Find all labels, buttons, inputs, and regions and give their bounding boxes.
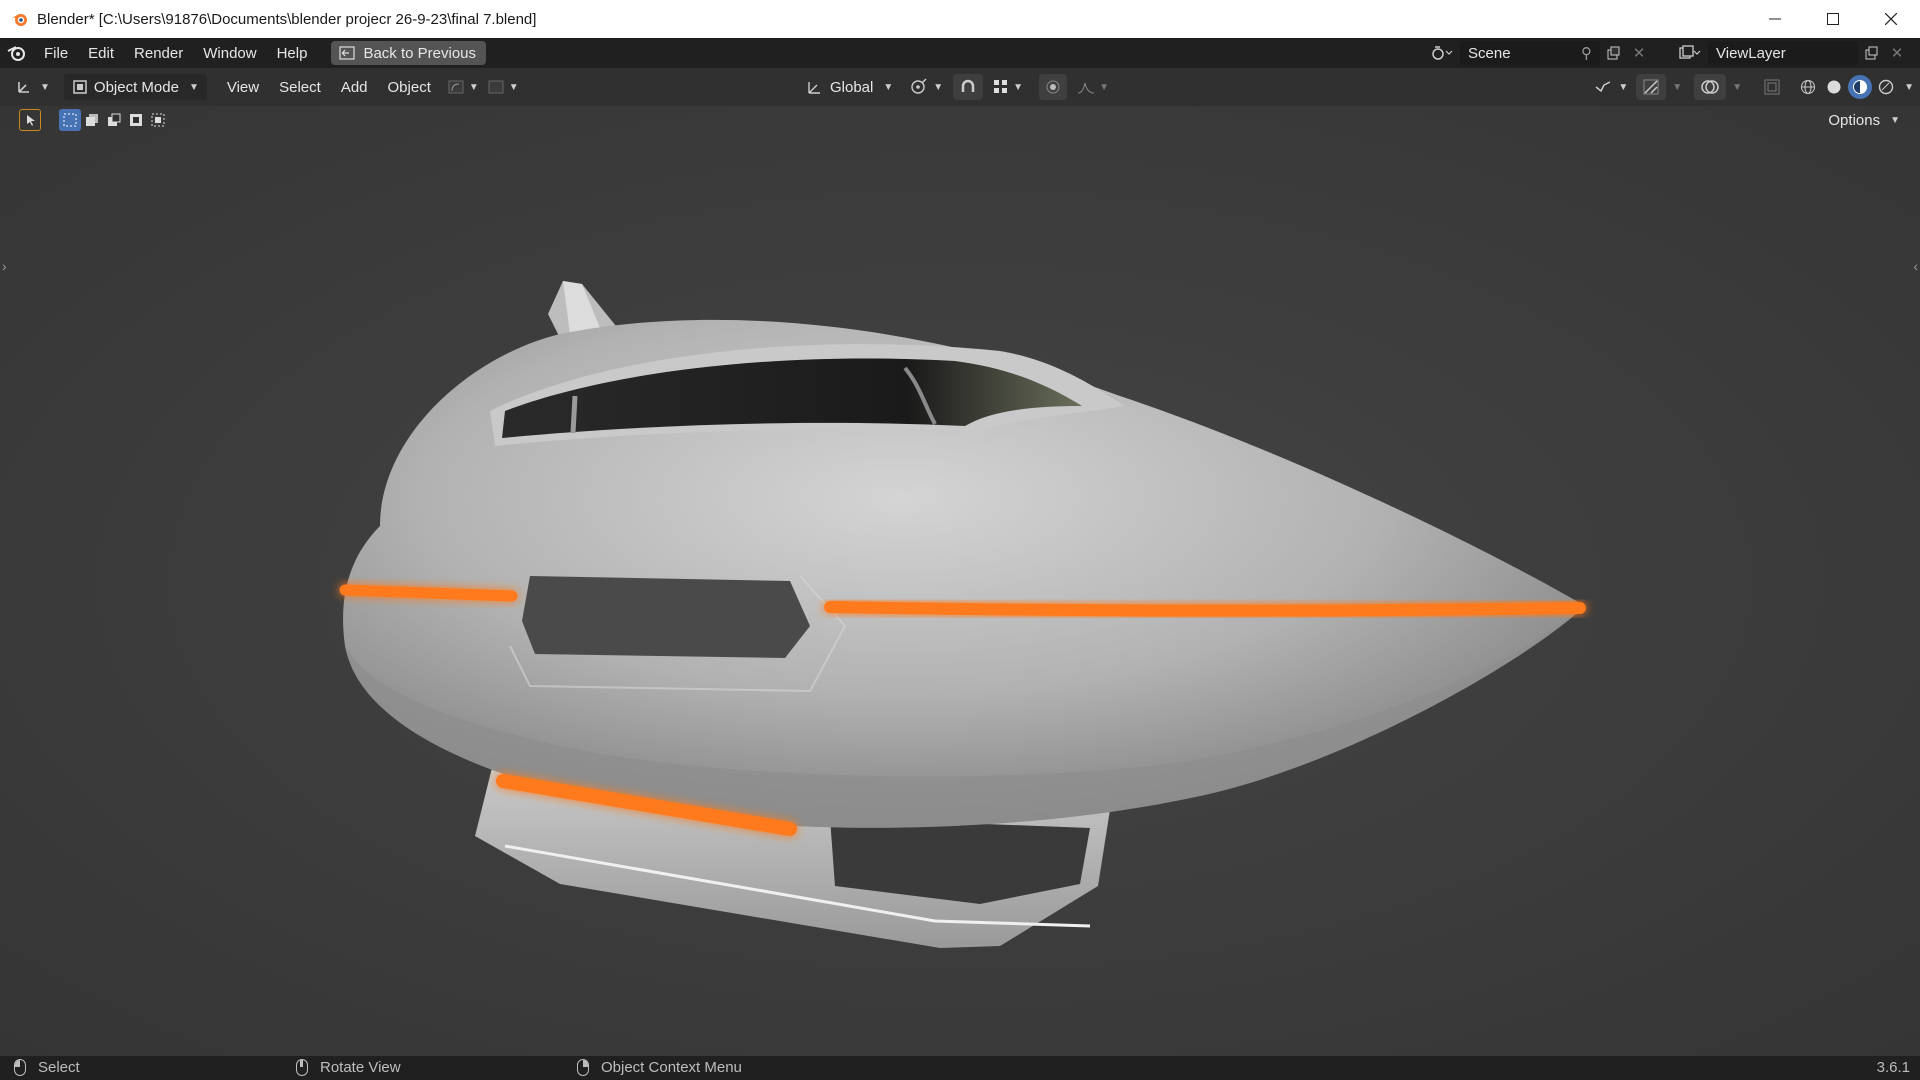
falloff-curve-icon	[1078, 82, 1095, 94]
status-context-label: Object Context Menu	[601, 1059, 742, 1076]
mode-extend-selection-icon[interactable]	[81, 109, 103, 131]
orientation-label: Global	[830, 78, 874, 96]
object-mode-label: Object Mode	[93, 78, 179, 96]
scene-name: Scene	[1468, 44, 1511, 62]
transform-orientation-dropdown[interactable]: Global ▼	[800, 74, 899, 100]
new-viewlayer-icon[interactable]	[1858, 41, 1884, 65]
proportional-icon	[1046, 80, 1060, 94]
menu-help[interactable]: Help	[267, 38, 318, 68]
status-context: Object Context Menu	[577, 1059, 742, 1076]
status-select-label: Select	[38, 1059, 80, 1076]
menu-select[interactable]: Select	[269, 74, 331, 100]
delete-viewlayer-icon[interactable]: ✕	[1884, 41, 1910, 65]
viewport-header: ▼ Object Mode ▼ View Select Add Object ▼…	[0, 68, 1920, 106]
select-tool-icon[interactable]	[19, 109, 41, 131]
delete-scene-icon[interactable]: ✕	[1626, 41, 1652, 65]
pin-icon[interactable]: ⚲	[1581, 44, 1592, 62]
blender-app-icon	[9, 8, 31, 30]
back-icon	[339, 46, 356, 60]
menu-view[interactable]: View	[217, 74, 269, 100]
blender-menu-icon[interactable]	[0, 38, 34, 68]
back-to-previous-button[interactable]: Back to Previous	[331, 41, 487, 65]
mode-intersect-selection-icon[interactable]	[147, 109, 169, 131]
rendered-shading-icon[interactable]	[1874, 75, 1898, 99]
magnet-icon	[961, 79, 975, 92]
gizmo-toggle-button[interactable]: ▼ ▼	[441, 74, 525, 100]
chevron-down-icon: ▼	[508, 81, 519, 93]
solid-shading-icon[interactable]	[1822, 75, 1846, 99]
mouse-middle-icon	[296, 1059, 308, 1076]
window-title: Blender* [C:\Users\91876\Documents\blend…	[37, 10, 537, 28]
xray-icon	[1764, 79, 1780, 95]
selectability-icon	[1595, 81, 1611, 93]
status-rotate: Rotate View	[296, 1059, 401, 1076]
maximize-icon[interactable]	[1804, 0, 1862, 38]
mouse-right-icon	[577, 1059, 589, 1076]
pivot-point-dropdown[interactable]: ▼	[903, 74, 949, 100]
pivot-icon	[911, 78, 927, 94]
options-dropdown[interactable]: Options ▼	[1818, 107, 1910, 133]
status-rotate-label: Rotate View	[320, 1059, 401, 1076]
3d-viewport[interactable]: › ‹	[0, 106, 1920, 1056]
overlays-icon	[1701, 80, 1719, 94]
snap-grid-icon	[994, 80, 1008, 93]
minimize-icon[interactable]	[1746, 0, 1804, 38]
scene-name-field[interactable]: Scene ⚲	[1460, 41, 1600, 65]
menu-add[interactable]: Add	[331, 74, 378, 100]
object-mode-icon	[73, 80, 87, 94]
menu-file[interactable]: File	[34, 38, 78, 68]
chevron-down-icon: ▼	[40, 81, 50, 93]
chevron-down-icon: ▼	[188, 81, 199, 93]
gizmo-icon	[1643, 79, 1659, 95]
chevron-down-icon: ▼	[1099, 81, 1109, 93]
snap-toggle[interactable]	[953, 74, 984, 100]
overlays-toggle[interactable]	[1694, 74, 1727, 100]
snap-target-dropdown[interactable]: ▼	[987, 74, 1029, 100]
window-title-bar: Blender* [C:\Users\91876\Documents\blend…	[0, 0, 1920, 38]
wireframe-shading-icon[interactable]	[1796, 75, 1820, 99]
menu-render[interactable]: Render	[124, 38, 193, 68]
mouse-left-icon	[14, 1059, 26, 1076]
editor-type-button[interactable]: ▼	[10, 74, 56, 100]
chevron-down-icon: ▼	[933, 81, 944, 93]
back-button-label: Back to Previous	[363, 44, 477, 62]
tool-settings-row	[0, 106, 1920, 134]
chevron-down-icon: ▼	[1013, 81, 1024, 93]
scene-browse-icon[interactable]	[1424, 41, 1460, 65]
chevron-down-icon: ▼	[1618, 81, 1629, 93]
chevron-down-icon[interactable]: ▼	[1904, 82, 1914, 93]
chevron-down-icon: ▼	[1890, 114, 1900, 126]
visibility-dropdown[interactable]: ▼	[1588, 74, 1634, 100]
chevron-down-icon: ▼	[883, 81, 894, 93]
falloff-dropdown[interactable]: ▼	[1071, 74, 1115, 100]
chevron-down-icon[interactable]: ▼	[1732, 82, 1742, 93]
status-select: Select	[14, 1059, 80, 1076]
xray-toggle[interactable]	[1758, 74, 1786, 100]
spaceship-model[interactable]	[0, 106, 1920, 1056]
menu-edit[interactable]: Edit	[78, 38, 124, 68]
chevron-down-icon: ▼	[468, 81, 479, 93]
mode-new-selection-icon[interactable]	[59, 109, 81, 131]
viewlayer-name-field[interactable]: ViewLayer	[1708, 41, 1858, 65]
object-mode-dropdown[interactable]: Object Mode ▼	[63, 74, 207, 100]
options-label: Options	[1828, 111, 1881, 129]
menu-window[interactable]: Window	[193, 38, 266, 68]
orientation-icon	[808, 82, 820, 94]
mode-subtract-selection-icon[interactable]	[103, 109, 125, 131]
editor-type-icon	[18, 82, 29, 93]
viewlayer-name: ViewLayer	[1716, 44, 1786, 62]
blender-version: 3.6.1	[1876, 1059, 1910, 1076]
proportional-edit-toggle[interactable]	[1039, 74, 1068, 100]
top-menu-bar: File Edit Render Window Help Back to Pre…	[0, 38, 1920, 68]
status-bar: Select Rotate View Object Context Menu 3…	[0, 1056, 1920, 1080]
close-icon[interactable]	[1862, 0, 1920, 38]
new-scene-icon[interactable]	[1600, 41, 1626, 65]
material-preview-shading-icon[interactable]	[1848, 75, 1873, 99]
gizmos-toggle[interactable]	[1636, 74, 1667, 100]
viewlayer-browse-icon[interactable]	[1672, 41, 1708, 65]
chevron-down-icon[interactable]: ▼	[1672, 82, 1682, 93]
mode-invert-selection-icon[interactable]	[125, 109, 147, 131]
menu-object[interactable]: Object	[378, 74, 441, 100]
